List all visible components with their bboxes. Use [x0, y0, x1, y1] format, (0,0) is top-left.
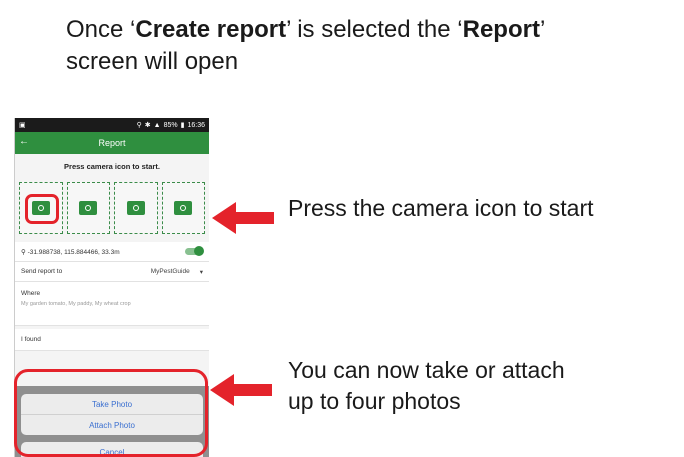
photo-action-sheet: Take Photo Attach Photo Cancel	[15, 386, 209, 457]
send-report-label: Send report to	[21, 268, 63, 275]
send-report-value: MyPestGuide	[150, 267, 190, 275]
app-bar-title: Report	[98, 138, 126, 148]
status-time: 16:36	[187, 121, 205, 129]
found-field[interactable]: I found	[15, 329, 209, 351]
photo-options: Take Photo Attach Photo	[21, 394, 203, 435]
app-bar: ← Report	[15, 132, 209, 154]
camera-icon[interactable]	[174, 201, 193, 215]
attach-photo-button[interactable]: Attach Photo	[21, 415, 203, 435]
dropdown-caret-icon: ▾	[199, 268, 203, 276]
title-bold-report: Report	[462, 16, 540, 43]
status-icons: ⚲ ✱ ▲ 85% ▮ 16:36	[136, 121, 205, 130]
gps-toggle[interactable]	[185, 246, 204, 256]
camera-icon[interactable]	[126, 201, 145, 215]
where-label: Where	[21, 290, 41, 297]
location-pin-icon: ⚲	[21, 248, 28, 256]
title-text: Once ‘	[66, 16, 136, 43]
title-text: ’	[539, 16, 546, 43]
phone-screenshot: ▣ ⚲ ✱ ▲ 85% ▮ 16:36 ← Report Press camer…	[14, 118, 209, 457]
camera-slots	[19, 182, 205, 234]
left-arrow-icon	[210, 374, 272, 406]
bluetooth-icon: ✱	[144, 122, 151, 129]
title-line-2: screen will open	[66, 48, 239, 75]
photos-callout: You can now take or attach up to four ph…	[288, 355, 678, 417]
camera-callout: Press the camera icon to start	[288, 195, 594, 221]
gps-value: -31.988738, 115.884466, 33.3m	[27, 248, 120, 256]
send-report-row[interactable]: Send report to MyPestGuide ▾	[15, 262, 209, 282]
photos-callout-line-1: You can now take or attach	[288, 357, 565, 383]
battery-level: 85%	[163, 121, 178, 129]
gps-coordinates: ⚲ -31.988738, 115.884466, 33.3m	[21, 248, 120, 256]
title-text: ’ is selected the ‘	[286, 16, 463, 43]
signal-icon: ▲	[153, 121, 161, 129]
camera-slot-2[interactable]	[66, 182, 110, 234]
title-line-1: Once ‘Create report’ is selected the ‘Re…	[66, 14, 666, 46]
status-bar: ▣ ⚲ ✱ ▲ 85% ▮ 16:36	[15, 118, 209, 132]
photos-callout-line-2: up to four photos	[288, 388, 461, 414]
back-arrow-icon[interactable]: ←	[19, 136, 29, 147]
where-placeholder: My garden tomato, My paddy, My wheat cro…	[21, 301, 131, 307]
camera-prompt: Press camera icon to start.	[64, 162, 160, 171]
location-icon: ⚲	[136, 122, 142, 129]
cancel-button[interactable]: Cancel	[21, 442, 203, 457]
left-arrow-icon	[212, 202, 274, 234]
where-field[interactable]: Where My garden tomato, My paddy, My whe…	[15, 282, 209, 326]
take-photo-button[interactable]: Take Photo	[21, 394, 203, 415]
battery-icon: ▮	[180, 122, 185, 129]
camera-slot-3[interactable]	[114, 182, 158, 234]
found-label: I found	[21, 336, 41, 343]
camera-icon[interactable]	[79, 201, 98, 215]
gallery-icon: ▣	[19, 122, 26, 129]
camera-slot-4[interactable]	[161, 182, 205, 234]
slide-title: Once ‘Create report’ is selected the ‘Re…	[66, 14, 666, 78]
title-bold-create-report: Create report	[135, 16, 287, 43]
camera-highlight-ring	[25, 194, 59, 224]
send-report-dropdown[interactable]: MyPestGuide ▾	[151, 268, 203, 276]
gps-row: ⚲ -31.988738, 115.884466, 33.3m	[15, 242, 209, 262]
